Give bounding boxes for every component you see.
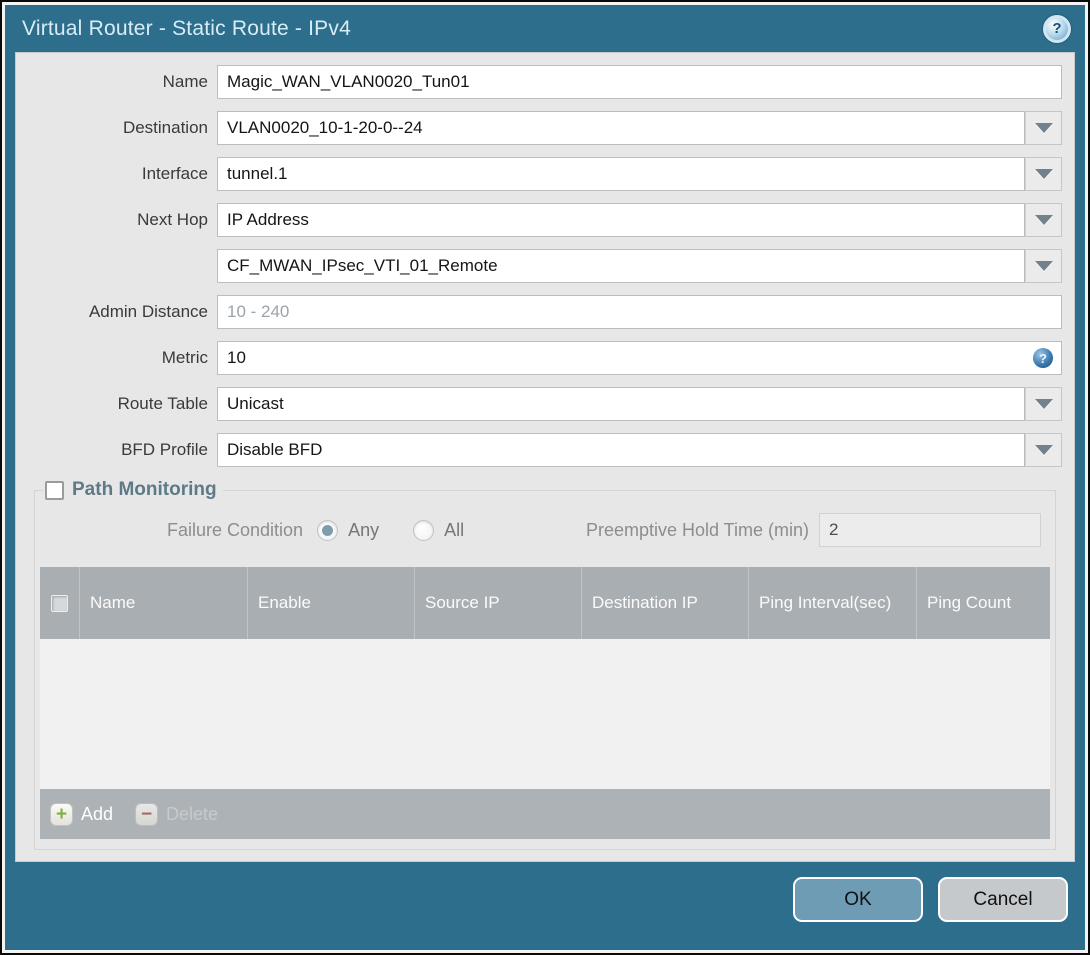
path-monitoring-table: Name Enable Source IP Destination IP Pin… [40, 567, 1050, 839]
interface-label: Interface [141, 164, 208, 183]
chevron-down-icon [1034, 261, 1053, 271]
add-button[interactable]: + Add [50, 802, 114, 826]
column-header-destination-ip[interactable]: Destination IP [581, 567, 748, 639]
interface-dropdown-button[interactable] [1025, 157, 1062, 191]
interface-input[interactable] [217, 157, 1025, 191]
name-label: Name [162, 72, 208, 91]
failure-condition-all-radio[interactable] [413, 519, 435, 541]
metric-row: Metric ? [16, 341, 1062, 375]
table-header-checkbox-cell [40, 567, 79, 639]
destination-row: Destination [16, 111, 1062, 145]
dialog-body-panel: Name Destination Interface [15, 52, 1075, 862]
bfd-profile-dropdown-button[interactable] [1025, 433, 1062, 467]
dialog-footer: OK Cancel [5, 862, 1085, 950]
preemptive-hold-time-group: Preemptive Hold Time (min) [586, 513, 1041, 547]
column-header-ping-interval[interactable]: Ping Interval(sec) [748, 567, 916, 639]
plus-icon: + [50, 802, 73, 826]
metric-info-icon[interactable]: ? [1033, 348, 1053, 368]
failure-condition-group: Failure Condition Any All [39, 519, 465, 541]
destination-label: Destination [122, 118, 208, 137]
path-monitoring-title: Path Monitoring [72, 479, 217, 500]
metric-input[interactable] [217, 341, 1062, 375]
chevron-down-icon [1034, 123, 1053, 133]
next-hop-type-input[interactable] [217, 203, 1025, 237]
select-all-checkbox[interactable] [51, 594, 68, 612]
dialog-titlebar: Virtual Router - Static Route - IPv4 ? [5, 5, 1085, 52]
next-hop-address-input[interactable] [217, 249, 1025, 283]
route-table-label: Route Table [117, 394, 208, 413]
ok-button[interactable]: OK [793, 877, 923, 922]
destination-dropdown-button[interactable] [1025, 111, 1062, 145]
minus-icon: − [135, 802, 159, 826]
path-monitoring-section: Path Monitoring Failure Condition Any Al… [34, 479, 1056, 850]
next-hop-row: Next Hop [16, 203, 1062, 237]
path-monitoring-table-body [40, 639, 1050, 789]
cancel-button[interactable]: Cancel [938, 877, 1068, 922]
info-icon-glyph: ? [1039, 350, 1047, 366]
name-row: Name [16, 65, 1062, 99]
bfd-profile-input[interactable] [217, 433, 1025, 467]
route-table-dropdown-button[interactable] [1025, 387, 1062, 421]
table-toolbar: + Add − Delete [40, 789, 1050, 839]
route-table-input[interactable] [217, 387, 1025, 421]
chevron-down-icon [1034, 169, 1053, 179]
column-header-source-ip[interactable]: Source IP [414, 567, 581, 639]
column-header-ping-count[interactable]: Ping Count [916, 567, 1050, 639]
next-hop-label: Next Hop [137, 210, 208, 229]
failure-condition-any-radio[interactable] [317, 519, 339, 541]
path-monitoring-legend: Path Monitoring [43, 479, 223, 501]
interface-row: Interface [16, 157, 1062, 191]
next-hop-address-row [16, 249, 1062, 283]
static-route-dialog: Virtual Router - Static Route - IPv4 ? N… [0, 0, 1090, 955]
bfd-profile-label: BFD Profile [121, 440, 208, 459]
table-header-row: Name Enable Source IP Destination IP Pin… [40, 567, 1050, 639]
help-icon-glyph: ? [1052, 20, 1062, 37]
static-route-form: Name Destination Interface [16, 53, 1074, 467]
dialog-frame: Virtual Router - Static Route - IPv4 ? N… [2, 2, 1088, 953]
destination-input[interactable] [217, 111, 1025, 145]
name-input[interactable] [217, 65, 1062, 99]
preemptive-hold-time-input[interactable] [819, 513, 1041, 547]
help-icon[interactable]: ? [1043, 14, 1071, 43]
delete-button-label: Delete [166, 803, 219, 824]
admin-distance-row: Admin Distance [16, 295, 1062, 329]
admin-distance-input[interactable] [217, 295, 1062, 329]
next-hop-address-dropdown-button[interactable] [1025, 249, 1062, 283]
bfd-profile-row: BFD Profile [16, 433, 1062, 467]
dialog-title: Virtual Router - Static Route - IPv4 [22, 16, 351, 40]
failure-condition-label: Failure Condition [167, 519, 304, 540]
chevron-down-icon [1034, 215, 1053, 225]
column-header-enable[interactable]: Enable [247, 567, 414, 639]
admin-distance-label: Admin Distance [88, 302, 208, 321]
path-monitoring-checkbox[interactable] [45, 480, 64, 500]
metric-label: Metric [161, 348, 208, 367]
preemptive-hold-time-label: Preemptive Hold Time (min) [585, 519, 809, 540]
add-button-label: Add [81, 803, 114, 824]
column-header-name[interactable]: Name [79, 567, 247, 639]
failure-condition-all-label: All [444, 519, 465, 540]
chevron-down-icon [1034, 445, 1053, 455]
delete-button[interactable]: − Delete [135, 802, 219, 826]
path-monitoring-controls: Failure Condition Any All Preemptive Hol… [39, 513, 1041, 547]
next-hop-type-dropdown-button[interactable] [1025, 203, 1062, 237]
chevron-down-icon [1034, 399, 1053, 409]
failure-condition-any-label: Any [348, 519, 380, 540]
route-table-row: Route Table [16, 387, 1062, 421]
